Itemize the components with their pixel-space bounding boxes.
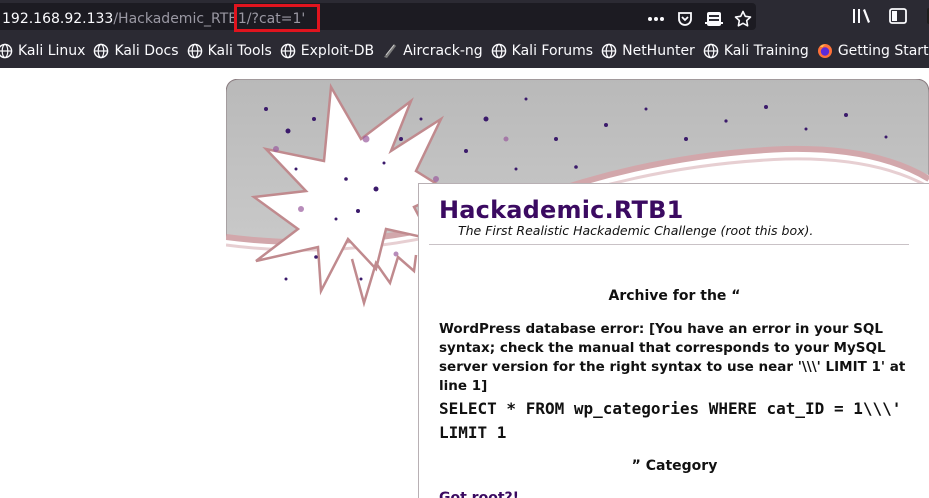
url-highlight-box — [234, 4, 320, 32]
bookmark-label: Kali Forums — [511, 43, 594, 59]
globe-icon — [601, 43, 617, 59]
bookmark-kali-linux[interactable]: Kali Linux — [0, 39, 85, 63]
globe-icon — [491, 43, 507, 59]
globe-icon — [187, 43, 203, 59]
divider — [429, 244, 909, 245]
archive-title: Archive for the “ — [608, 288, 741, 304]
bookmark-kali-training[interactable]: Kali Training — [703, 39, 809, 63]
bookmark-label: Kali Training — [723, 43, 809, 59]
bookmark-label: NetHunter — [622, 43, 695, 59]
bookmark-label: Kali Linux — [18, 43, 86, 59]
pocket-icon[interactable] — [675, 10, 695, 28]
bookmark-label: Aircrack-ng — [403, 43, 483, 59]
sidebar-icon[interactable] — [888, 7, 908, 25]
firefox-icon — [817, 43, 833, 59]
globe-icon — [703, 43, 719, 59]
site-title[interactable]: Hackademic.RTB1 — [439, 196, 683, 224]
url-actions — [646, 10, 753, 28]
bookmark-nethunter[interactable]: NetHunter — [601, 39, 695, 63]
reader-view-icon[interactable] — [704, 10, 724, 28]
bookmark-aircrack-ng[interactable]: Aircrack-ng — [382, 39, 483, 63]
bookmark-kali-tools[interactable]: Kali Tools — [187, 39, 272, 63]
aircrack-icon — [382, 43, 398, 59]
globe-icon — [280, 43, 296, 59]
url-bar[interactable]: 192.168.92.133/Hackademic_RTB1/?cat=1' — [0, 3, 756, 30]
bookmark-kali-forums[interactable]: Kali Forums — [491, 39, 593, 63]
globe-icon — [93, 43, 109, 59]
sql-query: SELECT * FROM wp_categories WHERE cat_ID… — [439, 399, 902, 442]
category-label: ” Category — [631, 458, 718, 474]
extension-icon[interactable]: w — [924, 7, 929, 25]
browser-toolbar: 192.168.92.133/Hackademic_RTB1/?cat=1' w — [0, 0, 929, 34]
bookmark-label: Getting Started — [837, 43, 929, 59]
content-panel: Hackademic.RTB1 The First Realistic Hack… — [418, 183, 929, 498]
bookmark-label: Kali Docs — [114, 43, 179, 59]
bookmark-exploit-db[interactable]: Exploit-DB — [280, 39, 374, 63]
post-link[interactable]: Got root?! — [439, 490, 519, 498]
more-icon[interactable] — [646, 10, 666, 28]
bookmark-kali-docs[interactable]: Kali Docs — [93, 39, 179, 63]
globe-icon — [0, 43, 13, 59]
bookmark-star-icon[interactable] — [733, 10, 753, 28]
site-description: The First Realistic Hackademic Challenge… — [458, 223, 814, 238]
web-page: Hackademic.RTB1 The First Realistic Hack… — [0, 68, 929, 498]
library-icon[interactable] — [852, 7, 872, 25]
bookmark-getting-started[interactable]: Getting Started — [817, 39, 929, 63]
bookmarks-toolbar: Kali Linux Kali Docs Kali Tools Exploit-… — [0, 34, 929, 68]
bookmark-label: Kali Tools — [207, 43, 272, 59]
toolbar-right: w — [852, 7, 929, 25]
database-error-message: WordPress database error: [You have an e… — [439, 321, 906, 394]
bookmark-label: Exploit-DB — [300, 43, 375, 59]
url-host: 192.168.92.133 — [2, 11, 114, 27]
